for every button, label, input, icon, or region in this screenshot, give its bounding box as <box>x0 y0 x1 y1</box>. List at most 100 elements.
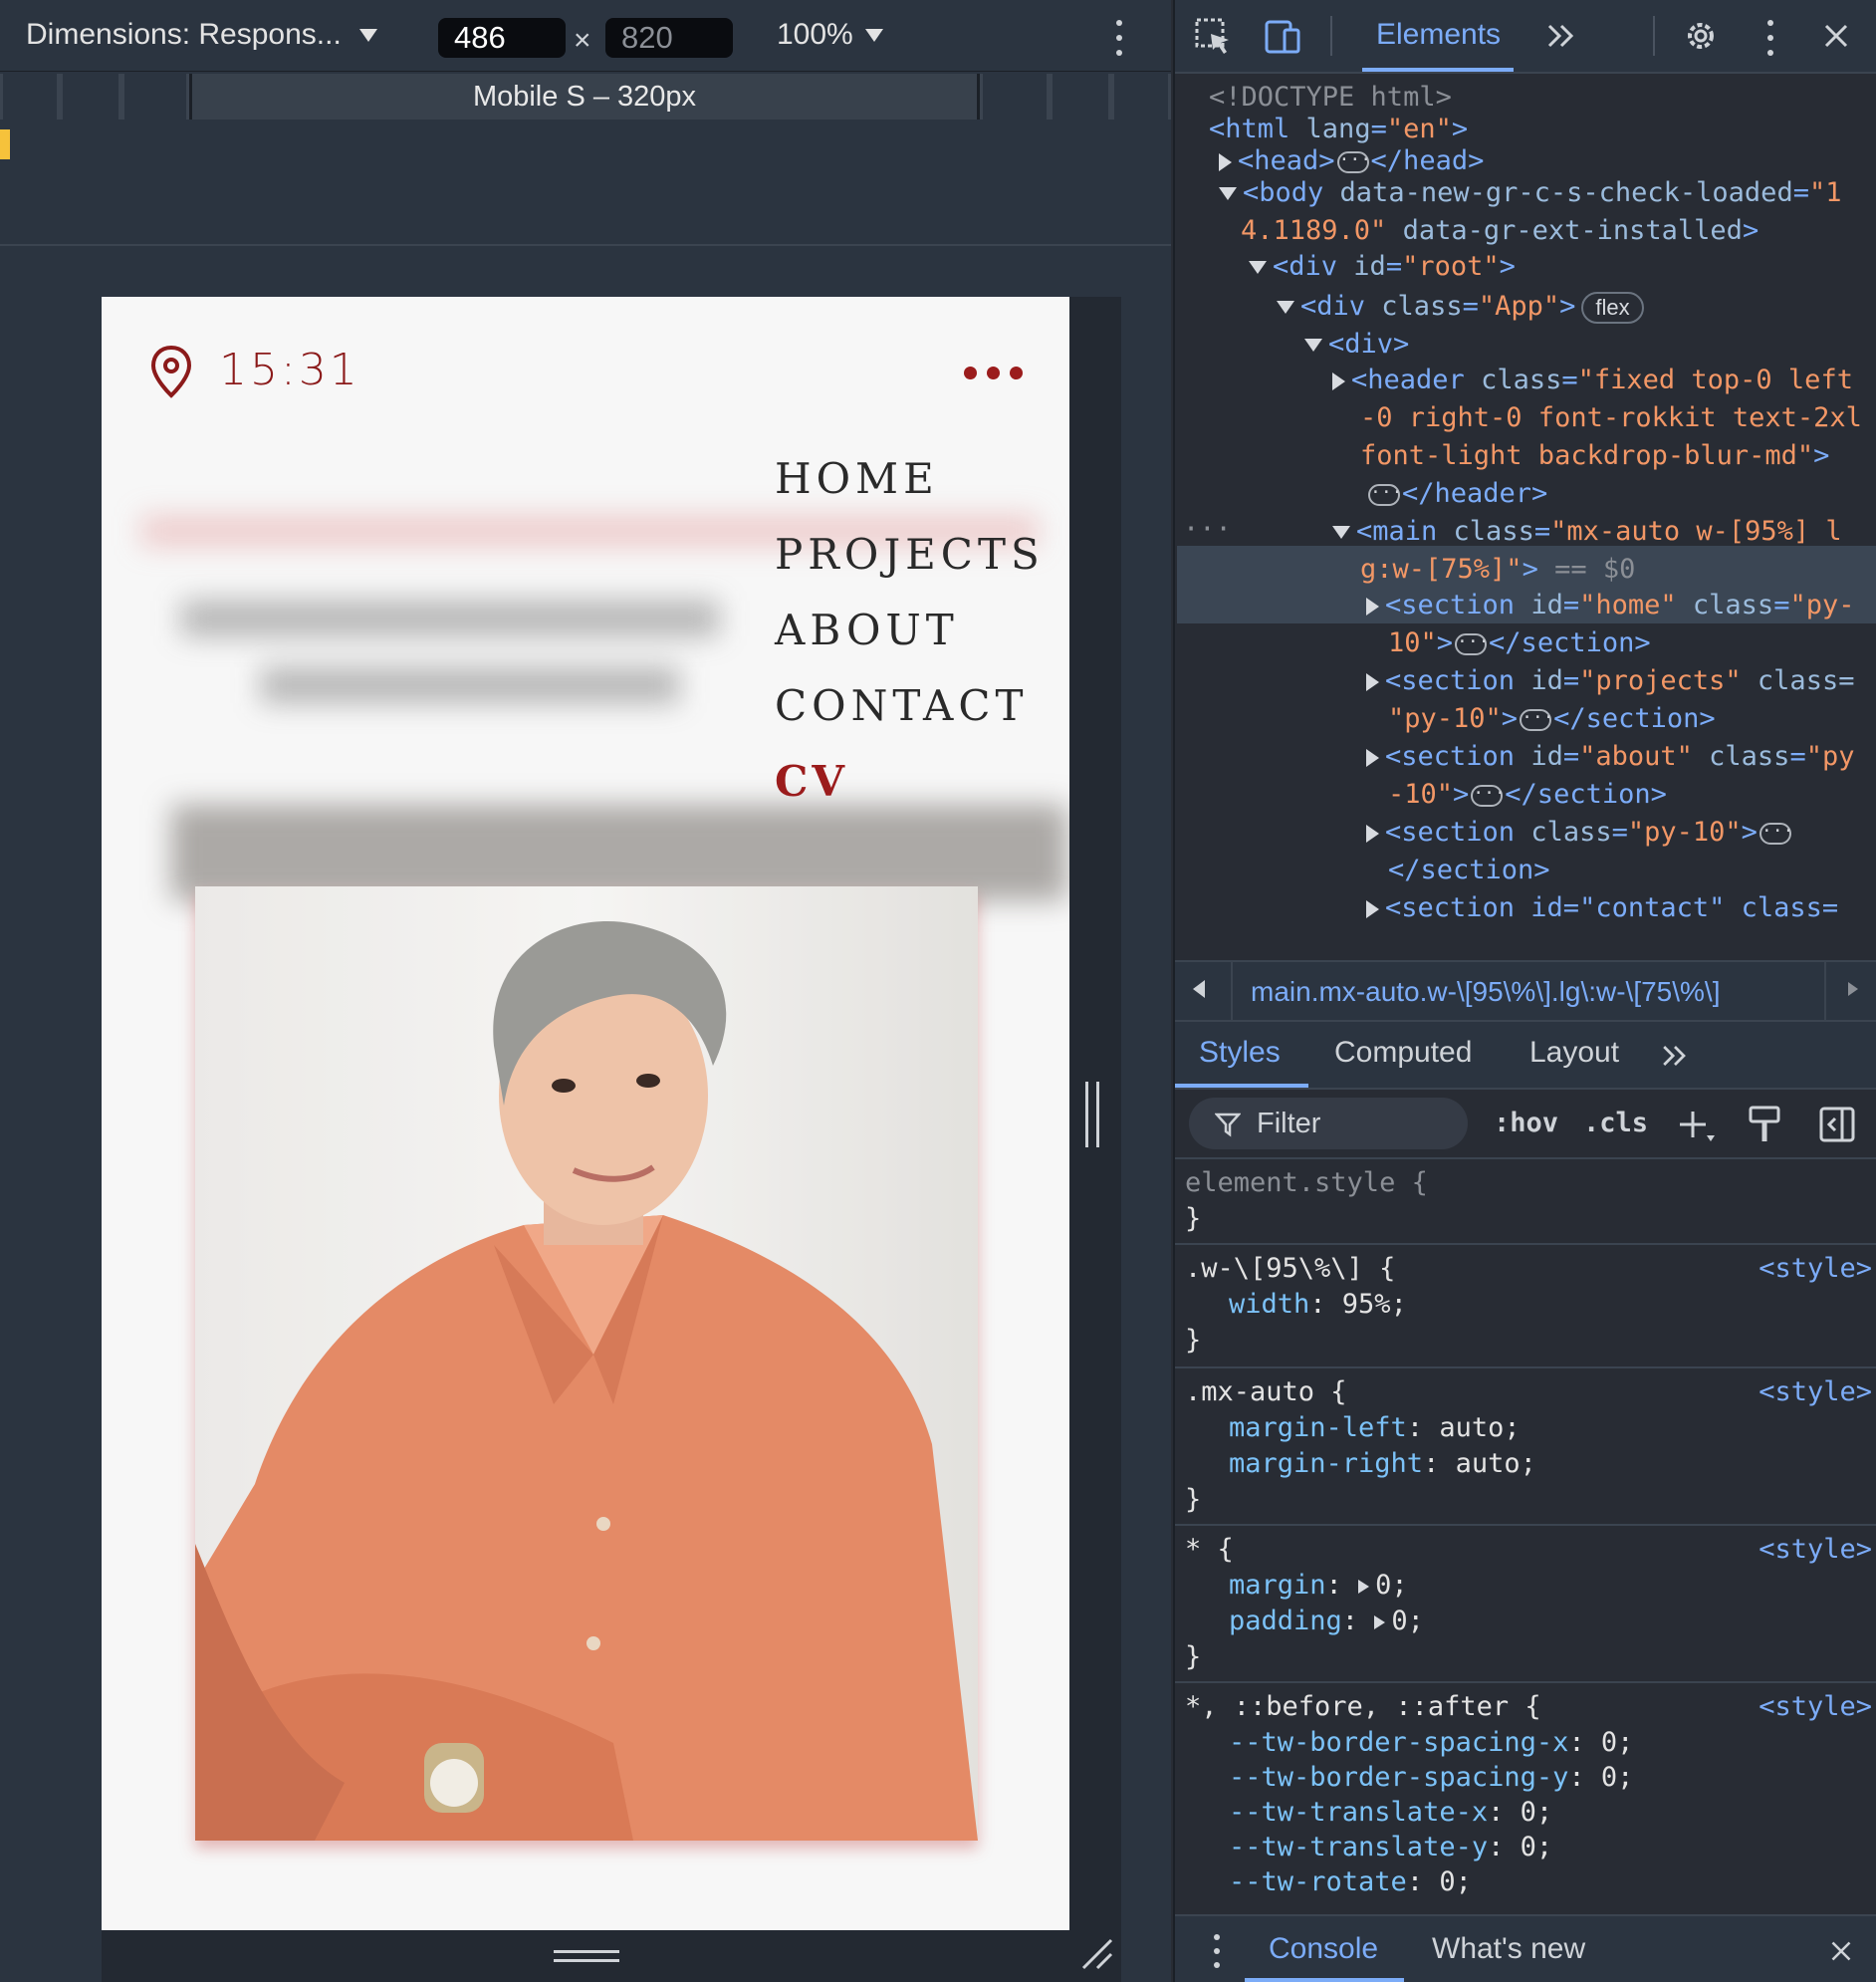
device-emulation-pane: Dimensions: Respons... 486 × 820 100% Mo… <box>0 0 1171 1982</box>
dom-section-contact[interactable]: <section id="contact" class= <box>1366 888 1838 927</box>
width-input[interactable]: 486 <box>438 18 566 58</box>
media-query-mobile-s[interactable]: Mobile S – 320px <box>189 74 980 120</box>
media-query-segment[interactable] <box>980 74 1050 120</box>
rule-source-link[interactable]: <style> <box>1759 1251 1872 1286</box>
dom-div-app[interactable]: <div class="App"> flex <box>1277 287 1644 326</box>
rule-source-link[interactable]: <style> <box>1759 1532 1872 1567</box>
rule-tw-vars: *, ::before, ::after { <style> --tw-bord… <box>1185 1689 1872 1897</box>
blurred-backdrop <box>261 667 679 703</box>
blurred-backdrop <box>181 601 719 636</box>
media-query-segment[interactable] <box>60 74 121 120</box>
media-query-segment[interactable] <box>1050 74 1111 120</box>
dimensions-label: Dimensions: Respons... <box>26 18 342 51</box>
corner-resize-handle[interactable] <box>1079 1936 1113 1970</box>
nav-projects[interactable]: PROJECTS <box>775 530 1045 579</box>
media-query-segment[interactable] <box>1111 74 1171 120</box>
media-query-bar: Mobile S – 320px <box>0 74 1171 120</box>
dom-div[interactable]: <div> <box>1304 325 1409 364</box>
dom-body[interactable]: <body data-new-gr-c-s-check-loaded="1 <box>1219 173 1841 212</box>
chevron-down-icon <box>864 28 883 42</box>
active-tab-indicator <box>1175 1084 1308 1088</box>
drawer-tabbar: Console What's new <box>1175 1914 1876 1982</box>
height-input[interactable]: 820 <box>605 18 733 58</box>
dom-section-projects[interactable]: <section id="projects" class= <box>1366 661 1854 700</box>
close-icon[interactable] <box>1816 16 1856 56</box>
more-options-icon[interactable] <box>1764 20 1776 56</box>
tab-whats-new[interactable]: What's new <box>1432 1932 1585 1966</box>
tab-styles[interactable]: Styles <box>1199 1036 1281 1070</box>
rule-element-style: element.style { } <box>1175 1159 1876 1245</box>
dimensions-select[interactable]: Dimensions: Respons... <box>26 18 377 52</box>
more-options-icon[interactable] <box>1113 20 1125 56</box>
tab-console[interactable]: Console <box>1269 1932 1378 1966</box>
ruler-divider <box>0 244 1171 246</box>
tab-computed[interactable]: Computed <box>1334 1036 1472 1070</box>
more-tabs-icon[interactable] <box>1657 1038 1693 1074</box>
dom-div-root[interactable]: <div id="root"> <box>1249 247 1516 286</box>
media-query-segment[interactable] <box>121 74 189 120</box>
more-tabs-icon[interactable] <box>1541 16 1581 56</box>
dom-section[interactable]: <section class="py-10"> ··· <box>1366 813 1793 852</box>
devtools-panel: Elements <!DOCTYPE html> <html lang="en"… <box>1173 0 1876 1982</box>
dom-section-home[interactable]: <section id="home" class="py- <box>1366 586 1854 624</box>
breadcrumb: main.mx-auto.w-\[95\%\].lg\:w-\[75\%\] <box>1175 960 1876 1022</box>
dom-header-cont: -0 right-0 font-rokkit text-2xl <box>1360 402 1862 433</box>
ruler-marker <box>0 129 10 159</box>
filter-placeholder: Filter <box>1257 1108 1321 1139</box>
rule-mx-auto: .mx-auto { <style> margin-left: auto; ma… <box>1175 1368 1876 1526</box>
nav-about[interactable]: ABOUT <box>775 606 959 654</box>
dom-body-cont: 4.1189.0" data-gr-ext-installed> <box>1241 215 1759 246</box>
gear-icon[interactable] <box>1681 16 1721 56</box>
times-separator: × <box>574 24 591 57</box>
paint-brush-icon[interactable] <box>1749 1106 1780 1143</box>
flex-badge[interactable]: flex <box>1581 292 1644 324</box>
filter-input[interactable]: Filter <box>1189 1098 1468 1149</box>
scroll-right-icon[interactable] <box>1848 982 1858 996</box>
active-tab-indicator <box>1362 68 1514 72</box>
styles-filter-bar: Filter :hov .cls <box>1175 1090 1876 1159</box>
cls-toggle[interactable]: .cls <box>1583 1108 1648 1138</box>
styles-tabbar: Styles Computed Layout <box>1175 1022 1876 1090</box>
portrait-photo <box>195 886 978 1841</box>
dom-section-about[interactable]: <section id="about" class="py <box>1366 737 1854 776</box>
dom-tree: <!DOCTYPE html> <html lang="en"> <head> ·… <box>1175 76 1876 960</box>
location-pin-icon <box>150 345 192 398</box>
dom-section-about-cont: -10"> ···</section> <box>1388 779 1667 810</box>
device-toolbar: Dimensions: Respons... 486 × 820 100% <box>0 0 1171 72</box>
rule-source-link[interactable]: <style> <box>1759 1374 1872 1409</box>
nav-cv[interactable]: CV <box>775 757 848 806</box>
chevron-down-icon <box>358 28 377 42</box>
zoom-label: 100% <box>777 18 853 51</box>
scroll-left-icon[interactable] <box>1193 980 1205 998</box>
dom-header[interactable]: <header class="fixed top-0 left <box>1332 361 1853 399</box>
close-drawer-icon[interactable] <box>1824 1934 1858 1968</box>
breadcrumb-node[interactable]: main.mx-auto.w-\[95\%\].lg\:w-\[75\%\] <box>1251 976 1721 1008</box>
tab-layout[interactable]: Layout <box>1529 1036 1619 1070</box>
dom-section-home-cont: 10"> ···</section> <box>1388 627 1651 658</box>
tab-elements[interactable]: Elements <box>1376 18 1501 52</box>
drawer-menu-icon[interactable] <box>1211 1934 1223 1968</box>
dom-main[interactable]: <main class="mx-auto w-[95%] l <box>1332 512 1842 551</box>
side-resize-handle[interactable] <box>1085 1082 1099 1147</box>
bottom-resize-handle[interactable] <box>554 1950 619 1962</box>
node-actions-icon[interactable]: ··· <box>1183 510 1232 549</box>
rule-source-link[interactable]: <style> <box>1759 1689 1872 1724</box>
emulated-viewport: 15:31 HOME PROJECTS ABOUT CONTACT CV <box>102 297 1069 1930</box>
devtools-tabbar: Elements <box>1175 0 1876 74</box>
new-rule-icon[interactable] <box>1677 1108 1717 1143</box>
inspect-element-icon[interactable] <box>1193 16 1233 56</box>
nav-contact[interactable]: CONTACT <box>775 681 1029 730</box>
zoom-select[interactable]: 100% <box>777 18 883 52</box>
device-toggle-icon[interactable] <box>1263 16 1302 56</box>
active-tab-indicator <box>1245 1978 1404 1982</box>
rule-width-95: .w-\[95\%\] { <style> width: 95%; } <box>1175 1245 1876 1368</box>
toggle-sidebar-icon[interactable] <box>1818 1106 1856 1143</box>
rule-universal: * { <style> margin: 0; padding: 0; } <box>1175 1526 1876 1683</box>
dom-section-projects-cont: "py-10"> ···</section> <box>1388 703 1716 734</box>
hov-toggle[interactable]: :hov <box>1494 1108 1558 1138</box>
media-query-segment[interactable] <box>0 74 60 120</box>
nav-home[interactable]: HOME <box>775 454 939 503</box>
dom-header-cont: font-light backdrop-blur-md"> <box>1360 440 1830 471</box>
dom-section-close: </section> <box>1388 855 1550 885</box>
more-menu-icon[interactable] <box>964 367 1023 379</box>
